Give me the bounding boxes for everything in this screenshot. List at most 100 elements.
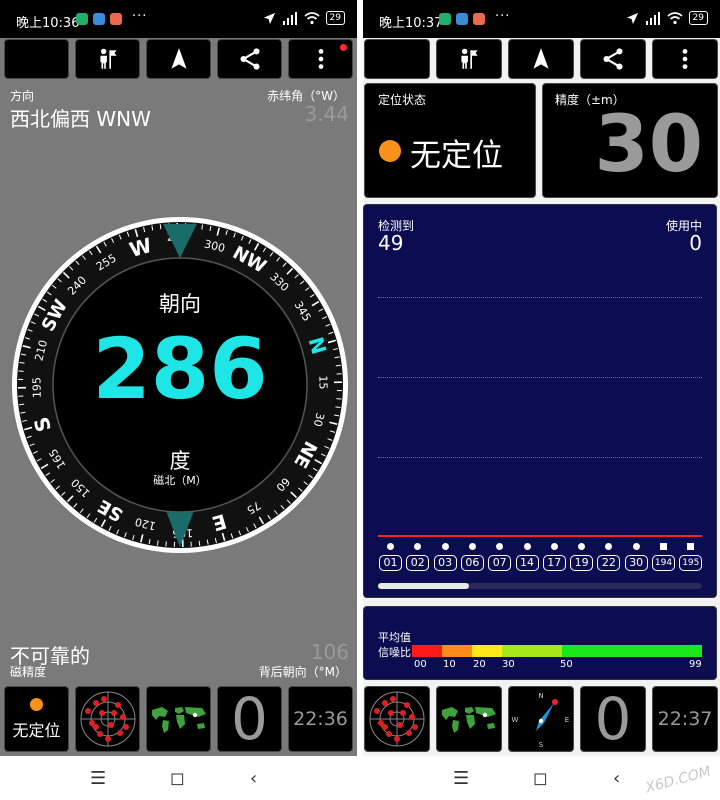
- snr-segment-orange: [442, 645, 472, 657]
- satellite-marker: [523, 543, 531, 550]
- clock-text: 22:37: [657, 708, 713, 730]
- satellite-id: 07: [488, 555, 512, 571]
- scroll-track[interactable]: [378, 583, 702, 589]
- fix-status-dot-icon: [30, 697, 43, 711]
- satellite-count-tile[interactable]: 0: [580, 686, 646, 752]
- app-notification-icon: [456, 13, 468, 25]
- gps-status-screen: 晚上10:37 ··· 29 定位状态 无定位 精度（±m） 30 检测到 49…: [363, 0, 720, 800]
- more-notifications-icon: ···: [132, 9, 148, 24]
- clock-tile[interactable]: 22:37: [652, 686, 718, 752]
- svg-text:S: S: [539, 741, 544, 749]
- heading-reference: 磁北（M）: [153, 474, 207, 487]
- svg-text:W: W: [512, 716, 519, 724]
- declination-value: 3.44: [304, 102, 349, 126]
- signal-baseline: [378, 535, 702, 537]
- recent-apps-button[interactable]: ☰: [90, 768, 106, 789]
- more-notifications-icon: ···: [495, 9, 511, 24]
- bottom-bar: 无定位 0 22:36: [4, 686, 353, 752]
- snr-legend-card: 平均值 信噪比 00 10 20 30 50 99: [363, 606, 717, 680]
- accuracy-card: 精度（±m） 30: [542, 83, 718, 198]
- more-vertical-icon: [682, 49, 688, 69]
- snr-segment-green: [562, 645, 702, 657]
- compass-dial[interactable]: NNEESESSWWNW1530607510512015016519521024…: [10, 215, 350, 555]
- back-heading-value: 106: [310, 640, 349, 664]
- mini-compass-tile[interactable]: N S W E: [508, 686, 574, 752]
- sky-view-tile[interactable]: [75, 686, 140, 752]
- compass-tick: [201, 224, 204, 230]
- accuracy-value: 30: [594, 100, 703, 190]
- satellite-id: 30: [624, 555, 648, 571]
- snr-segment-red: [412, 645, 442, 657]
- compass-screen: 晚上10:36 ··· 29 方向 西北偏西 WNW 赤纬角（°W） 3.44 …: [0, 0, 357, 800]
- toolbar: [364, 39, 718, 79]
- average-label: 平均值: [378, 631, 411, 644]
- satellite-marker: [550, 543, 558, 550]
- snr-tick: 00: [414, 659, 427, 670]
- direction-label: 方向: [10, 89, 35, 103]
- svg-text:N: N: [538, 692, 543, 700]
- person-with-flag-icon: [461, 48, 478, 69]
- satellite-count-tile[interactable]: 0: [217, 686, 282, 752]
- satellite-id: 195: [679, 555, 703, 571]
- compass-tick: [159, 224, 162, 230]
- more-options-button[interactable]: [652, 39, 718, 79]
- scroll-thumb[interactable]: [378, 583, 469, 589]
- night-mode-button[interactable]: [4, 39, 69, 79]
- navigation-mode-button[interactable]: [75, 39, 140, 79]
- back-button[interactable]: ‹: [613, 768, 620, 789]
- night-mode-button[interactable]: [364, 39, 430, 79]
- navigation-arrow-icon: [533, 48, 549, 69]
- clock-text: 22:36: [293, 708, 348, 730]
- world-map-tile[interactable]: [146, 686, 211, 752]
- share-button[interactable]: [580, 39, 646, 79]
- recent-apps-button[interactable]: ☰: [453, 768, 469, 789]
- grid-line: [378, 457, 702, 458]
- share-button[interactable]: [217, 39, 282, 79]
- app-notification-icon: [473, 13, 485, 25]
- svg-text:E: E: [565, 716, 569, 724]
- app-notification-icon: [76, 13, 88, 25]
- compass-tick: [156, 540, 159, 546]
- satellite-id: 01: [379, 555, 402, 571]
- grid-line: [378, 377, 702, 378]
- world-map-tile[interactable]: [436, 686, 502, 752]
- more-options-button[interactable]: [288, 39, 353, 79]
- snr-tick: 20: [473, 659, 486, 670]
- status-bar: 晚上10:36 ··· 29: [0, 0, 357, 38]
- home-button[interactable]: ◻: [533, 768, 548, 789]
- satellite-id: 19: [570, 555, 594, 571]
- satellite-id: 22: [597, 555, 621, 571]
- detected-value: 49: [378, 231, 404, 255]
- snr-label: 信噪比: [378, 646, 411, 659]
- status-bar: 晚上10:37 ··· 29: [363, 0, 720, 38]
- mini-compass-icon: N S W E: [512, 692, 570, 749]
- home-button[interactable]: ◻: [170, 768, 185, 789]
- moon-icon: [390, 49, 401, 69]
- app-notification-icon: [110, 13, 122, 25]
- more-vertical-icon: [318, 49, 323, 69]
- app-notification-icon: [439, 13, 451, 25]
- satellite-id: 14: [515, 555, 539, 571]
- compass-tick: [198, 540, 201, 546]
- sky-view-tile[interactable]: [364, 686, 430, 752]
- system-nav-bar: ☰ ◻ ‹: [0, 756, 357, 800]
- reliability-label: 磁精度: [10, 665, 47, 679]
- satellite-marker: [632, 543, 640, 550]
- sky-plot-icon: [80, 691, 135, 747]
- bottom-number: 0: [594, 686, 632, 752]
- moon-icon: [29, 49, 40, 69]
- status-time: 晚上10:36: [16, 16, 80, 31]
- fix-status-tile[interactable]: 无定位: [4, 686, 69, 752]
- share-icon: [239, 48, 260, 70]
- wifi-icon: [304, 11, 320, 24]
- compass-mode-button[interactable]: [508, 39, 574, 79]
- snr-tick: 10: [443, 659, 456, 670]
- status-time: 晚上10:37: [379, 16, 443, 31]
- clock-tile[interactable]: 22:36: [288, 686, 353, 752]
- compass-mode-button[interactable]: [146, 39, 211, 79]
- fix-status-label: 定位状态: [378, 93, 427, 107]
- back-heading-label: 背后朝向（°M）: [258, 665, 347, 679]
- navigation-mode-button[interactable]: [436, 39, 502, 79]
- satellite-marker: [468, 543, 476, 550]
- back-button[interactable]: ‹: [250, 768, 257, 789]
